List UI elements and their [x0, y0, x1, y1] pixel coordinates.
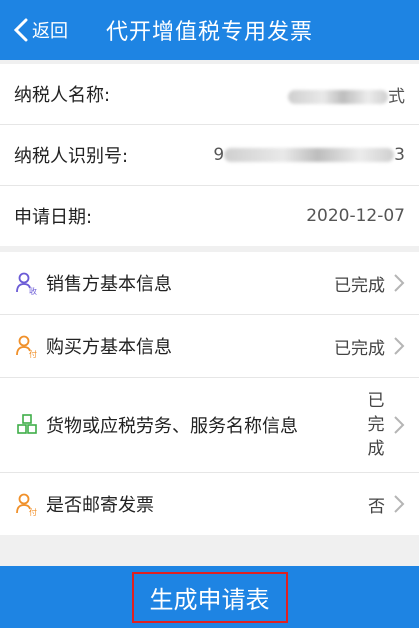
- taxpayer-info-section: 纳税人名称: 式 纳税人识别号: 93 申请日期: 2020-12-07: [0, 64, 419, 246]
- redacted-name-blur: [288, 89, 388, 104]
- goods-cubes-icon: [14, 412, 40, 438]
- goods-info-item[interactable]: 货物或应税劳务、服务名称信息 已完成: [0, 378, 419, 473]
- buyer-info-item[interactable]: 付 购买方基本信息 已完成: [0, 315, 419, 378]
- goods-info-label: 货物或应税劳务、服务名称信息: [46, 416, 298, 437]
- svg-text:收: 收: [29, 286, 37, 295]
- taxpayer-id-suffix: 3: [394, 145, 405, 165]
- taxpayer-name-label: 纳税人名称:: [14, 85, 111, 106]
- chevron-right-icon: [394, 274, 405, 292]
- application-menu: 收 销售方基本信息 已完成 付 购买方基本信息 已完成 货物或应税劳务、服务名称…: [0, 252, 419, 535]
- taxpayer-id-label: 纳税人识别号:: [14, 146, 129, 167]
- page-title: 代开增值税专用发票: [105, 20, 313, 45]
- svg-text:付: 付: [29, 507, 37, 516]
- apply-date-row: 申请日期: 2020-12-07: [0, 186, 419, 246]
- taxpayer-id-row: 纳税人识别号: 93: [0, 125, 419, 186]
- taxpayer-name-value: 式: [288, 82, 405, 107]
- chevron-right-icon: [394, 495, 405, 513]
- taxpayer-id-prefix: 9: [213, 145, 225, 165]
- buyer-info-status: 已完成: [334, 338, 385, 359]
- mail-invoice-label: 是否邮寄发票: [46, 495, 154, 516]
- seller-info-item[interactable]: 收 销售方基本信息 已完成: [0, 252, 419, 315]
- buyer-info-label: 购买方基本信息: [46, 337, 172, 358]
- back-label: 返回: [32, 21, 68, 42]
- chevron-right-icon: [394, 337, 405, 355]
- buyer-user-icon: 付: [14, 333, 40, 359]
- taxpayer-id-value: 93: [213, 145, 405, 165]
- app-header: 返回 代开增值税专用发票: [0, 0, 419, 60]
- seller-info-status: 已完成: [334, 275, 385, 296]
- back-button[interactable]: 返回: [12, 0, 68, 60]
- apply-date-label: 申请日期:: [14, 207, 93, 228]
- chevron-right-icon: [394, 416, 405, 434]
- chevron-left-icon: [13, 18, 28, 42]
- taxpayer-name-row: 纳税人名称: 式: [0, 64, 419, 125]
- seller-info-label: 销售方基本信息: [46, 274, 172, 295]
- seller-user-icon: 收: [14, 270, 40, 296]
- redacted-id-blur: [224, 148, 395, 162]
- taxpayer-name-suffix: 式: [388, 86, 405, 107]
- goods-info-status: 已完成: [367, 391, 385, 459]
- mail-invoice-item[interactable]: 付 是否邮寄发票 否: [0, 473, 419, 535]
- footer-bar: 生成申请表: [0, 566, 419, 628]
- generate-application-button[interactable]: 生成申请表: [131, 571, 288, 623]
- mail-user-icon: 付: [14, 491, 40, 517]
- mail-invoice-status: 否: [368, 496, 385, 517]
- apply-date-value: 2020-12-07: [306, 206, 405, 226]
- svg-text:付: 付: [29, 349, 37, 358]
